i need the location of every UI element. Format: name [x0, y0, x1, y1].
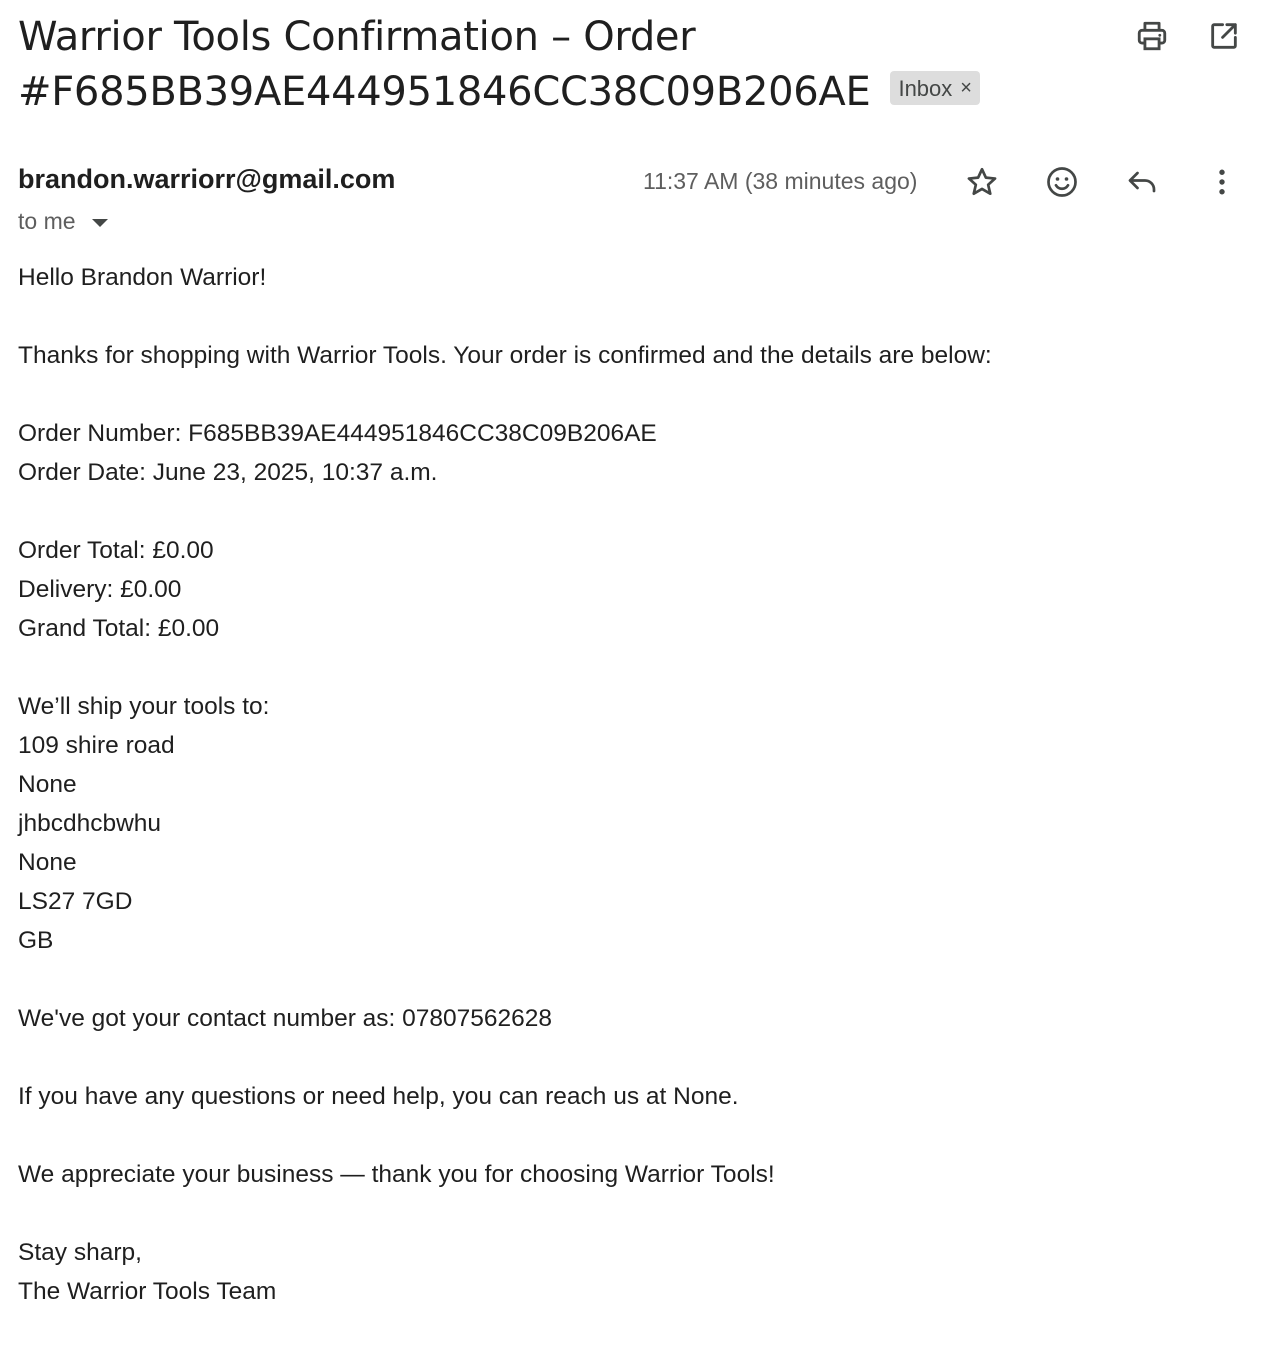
subject-line-1: Warrior Tools Confirmation – Order: [18, 14, 696, 60]
inbox-label-chip[interactable]: Inbox ×: [890, 71, 980, 105]
grand-total: Grand Total: £0.00: [18, 615, 220, 642]
more-options-icon[interactable]: [1202, 162, 1242, 202]
message-timestamp: 11:37 AM (38 minutes ago): [643, 168, 918, 194]
delivery-cost: Delivery: £0.00: [18, 576, 182, 603]
address-line: jhbcdhcbwhu: [18, 810, 162, 837]
inbox-label-text: Inbox: [898, 75, 953, 101]
subject-header: Warrior Tools Confirmation – Order #F685…: [18, 10, 1098, 120]
sign-off: Stay sharp,: [18, 1239, 142, 1266]
address-line: 109 shire road: [18, 732, 175, 759]
reply-icon[interactable]: [1122, 162, 1162, 202]
print-icon[interactable]: [1134, 18, 1170, 54]
email-subject: Warrior Tools Confirmation – Order #F685…: [18, 10, 1098, 120]
open-in-new-window-icon[interactable]: [1206, 18, 1242, 54]
intro-text: Thanks for shopping with Warrior Tools. …: [18, 342, 992, 369]
order-number: Order Number: F685BB39AE444951846CC38C09…: [18, 420, 657, 447]
signature: The Warrior Tools Team: [18, 1278, 277, 1305]
address-line: GB: [18, 927, 54, 954]
recipient-details-dropdown-icon[interactable]: [91, 219, 108, 227]
help-text: If you have any questions or need help, …: [18, 1083, 739, 1110]
address-line: LS27 7GD: [18, 888, 133, 915]
top-toolbar: [1134, 18, 1242, 54]
contact-number: We've got your contact number as: 078075…: [18, 1005, 553, 1032]
message-actions: [962, 162, 1242, 202]
address-line: None: [18, 849, 77, 876]
remove-label-icon[interactable]: ×: [960, 78, 972, 98]
recipient-line[interactable]: to me: [18, 208, 108, 235]
greeting: Hello Brandon Warrior!: [18, 264, 267, 291]
subject-line-2: #F685BB39AE444951846CC38C09B206AE: [18, 69, 871, 115]
address-line: None: [18, 771, 77, 798]
recipient-label: to me: [18, 208, 76, 234]
star-icon[interactable]: [962, 162, 1002, 202]
emoji-reaction-icon[interactable]: [1042, 162, 1082, 202]
order-total: Order Total: £0.00: [18, 537, 214, 564]
thanks-text: We appreciate your business — thank you …: [18, 1161, 775, 1188]
order-date: Order Date: June 23, 2025, 10:37 a.m.: [18, 459, 438, 486]
shipping-intro: We’ll ship your tools to:: [18, 693, 270, 720]
sender-address[interactable]: brandon.warriorr@gmail.com: [18, 164, 395, 195]
email-view: Warrior Tools Confirmation – Order #F685…: [0, 0, 1264, 1366]
message-body: Hello Brandon Warrior! Thanks for shoppi…: [18, 258, 1238, 1311]
